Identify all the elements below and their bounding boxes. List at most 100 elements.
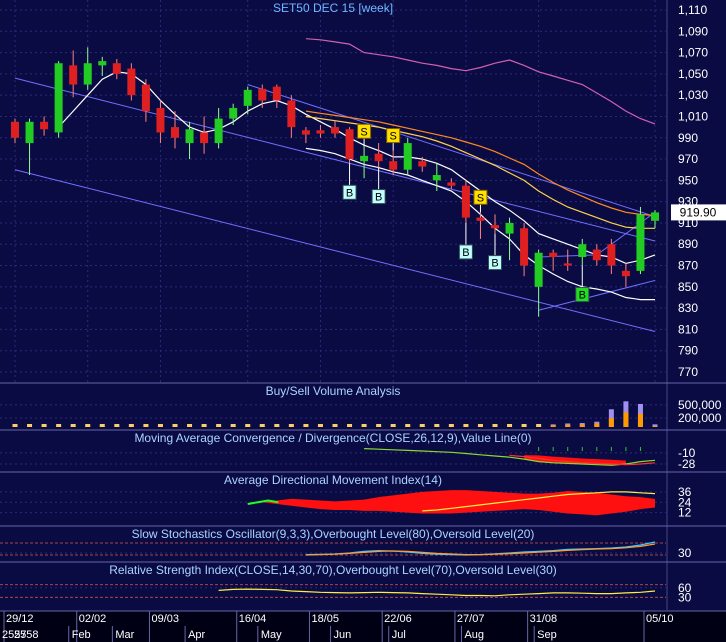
volume-bar-sell [637, 413, 643, 427]
volume-bar-small [70, 424, 76, 427]
chart-canvas: 1,110 1,090 1,070 1,050 1,030 1,010 990 970 950 9… [0, 0, 726, 642]
x-axis-date-label: 31/08 [530, 613, 558, 625]
price-tick-label: 970 [678, 152, 698, 166]
volume-bar-small [187, 424, 193, 427]
price-tick-label: 850 [678, 280, 698, 294]
volume-bar-small [448, 424, 454, 427]
price-tick-label: 950 [678, 173, 698, 187]
candle-body [418, 161, 427, 167]
volume-bar-sell [652, 426, 658, 427]
price-tick-label: 770 [678, 365, 698, 379]
volume-bar-small [376, 424, 382, 427]
buy-signal-label: B [491, 258, 498, 270]
candle-body [301, 130, 310, 135]
candle-body [534, 252, 543, 287]
volume-bar-small [12, 424, 18, 427]
volume-bar-small [492, 424, 498, 427]
price-tick-label: 1,030 [678, 88, 708, 102]
candle-body [563, 263, 572, 266]
volume-bar-small [536, 424, 542, 427]
x-axis-date-label: 27/07 [457, 613, 485, 625]
volume-bar-small [128, 424, 134, 427]
price-tick-label: 1,110 [678, 3, 707, 17]
candle-body [200, 132, 209, 144]
x-axis-date-label: 02/02 [79, 613, 107, 625]
volume-bar-small [157, 424, 163, 427]
volume-bar-small [303, 424, 309, 427]
volume-bar-small [259, 424, 265, 427]
volume-bar-sell [594, 423, 600, 427]
candle-body [345, 129, 354, 160]
volume-bar-small [463, 424, 469, 427]
candle-body [229, 107, 238, 119]
volume-bar-small [114, 424, 120, 427]
volume-bar-small [143, 424, 149, 427]
candle-body [214, 118, 223, 144]
price-tick-label: 790 [678, 344, 698, 358]
price-tick-label: 1,070 [678, 46, 708, 60]
candle-body [578, 244, 587, 258]
panel-tick-label: 500,000 [678, 398, 722, 412]
candle-body [316, 130, 325, 134]
volume-bar-small [99, 424, 105, 427]
candle-body [185, 129, 194, 144]
volume-bar-small [245, 424, 251, 427]
panel-tick-label: 30 [678, 590, 692, 604]
price-tick-label: 990 [678, 131, 698, 145]
candle-body [403, 143, 412, 170]
volume-bar-small [56, 424, 62, 427]
x-axis-month-label: May [261, 629, 282, 641]
candle-body [156, 107, 165, 133]
x-axis-date-label: 16/04 [239, 613, 267, 625]
buy-signal-label: B [375, 192, 382, 204]
x-axis-month-label: Feb [72, 629, 91, 641]
candle-body [621, 270, 630, 277]
candle-body [272, 86, 281, 101]
candle-body [331, 127, 339, 134]
volume-bar-small [201, 424, 207, 427]
chart-title: SET50 DEC 15 [week] [273, 1, 393, 15]
candle-body [636, 214, 645, 271]
candle-body [549, 252, 558, 258]
candle-body [141, 84, 150, 112]
x-axis-date-label: 18/05 [311, 613, 339, 625]
volume-bar-small [434, 424, 440, 427]
candle-body [592, 249, 601, 261]
sell-signal-label: S [360, 126, 367, 138]
panel-tick-label: 12 [678, 506, 692, 520]
panel-title-adx: Average Directional Movement Index(14) [224, 473, 442, 487]
volume-bar-sell [623, 412, 629, 427]
candle-body [491, 225, 499, 229]
price-tick-label: 810 [678, 322, 698, 336]
x-axis-background [0, 611, 726, 642]
candle-body [476, 217, 485, 221]
volume-bar-small [317, 424, 323, 427]
x-axis-month-label: Mar [115, 629, 134, 641]
sell-signal-label: S [390, 131, 397, 143]
candle-body [505, 222, 514, 234]
volume-bar-small [477, 424, 483, 427]
candle-body [651, 212, 659, 221]
candle-body [40, 121, 49, 130]
x-axis-year-label: 2558 [14, 629, 38, 641]
panel-tick-label: 200,000 [678, 411, 722, 425]
candle-body [258, 88, 267, 101]
sell-signal-label: S [477, 192, 484, 204]
price-tick-label: 890 [678, 237, 698, 251]
candle-body [112, 63, 121, 74]
volume-bar-sell [565, 424, 571, 427]
volume-bar-small [288, 424, 294, 427]
candle-body [389, 161, 398, 170]
volume-bar-small [405, 424, 411, 427]
price-tick-label: 1,050 [678, 67, 708, 81]
candle-body [25, 121, 34, 144]
candle-body [287, 100, 296, 128]
volume-bar-small [41, 424, 47, 427]
x-axis-date-label: 22/06 [384, 613, 412, 625]
candle-body [69, 65, 78, 85]
buy-signal-label: B [346, 187, 353, 199]
price-tick-label: 1,010 [678, 109, 708, 123]
x-axis-month-label: Aug [464, 629, 484, 641]
x-axis-date-label: 05/10 [646, 613, 674, 625]
candle-body [127, 68, 136, 96]
